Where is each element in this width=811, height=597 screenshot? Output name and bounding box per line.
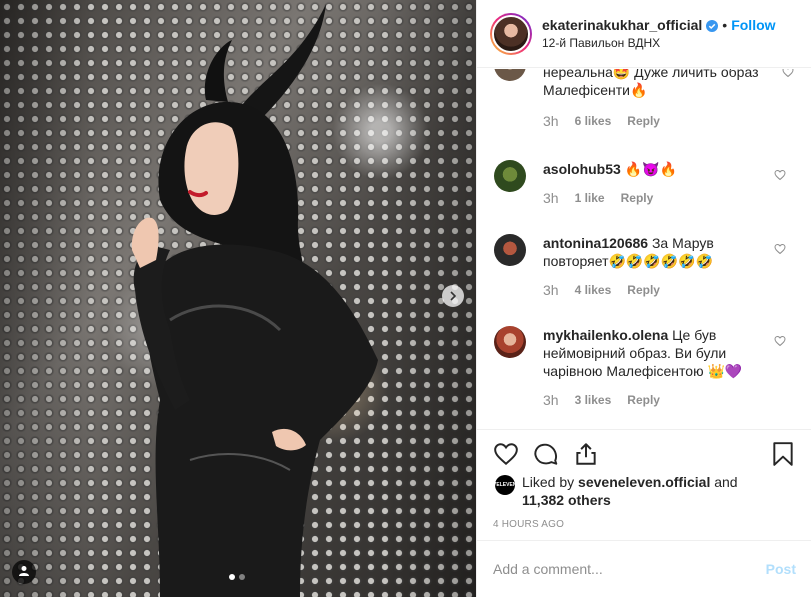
comments-list[interactable]: нереальна🤩 Дуже личить образ Малефісенти… [477,69,811,429]
post-timestamp[interactable]: 4 HOURS AGO [493,519,564,530]
comment-likes[interactable]: 1 like [575,191,605,205]
post-location[interactable]: 12-й Павильон ВДНХ [542,36,776,50]
post-photo[interactable] [0,0,476,597]
post-header: ekaterinakukhar_official • Follow 12-й П… [477,0,811,68]
comment-time[interactable]: 3h [543,113,559,129]
comment-item: antonina120686 За Марув повторяет🤣🤣🤣🤣🤣🤣 … [494,234,804,298]
comment-input[interactable] [493,561,766,577]
commenter-avatar[interactable] [494,69,526,81]
post-comment-button[interactable]: Post [766,561,796,577]
post-actions: 7ELEVEN Liked by seveneleven.official an… [477,429,811,540]
comment-like-heart-icon[interactable] [782,69,794,78]
reply-button[interactable]: Reply [627,283,660,297]
photo-subject [131,4,378,597]
follow-button[interactable]: Follow [731,17,775,33]
reply-button[interactable]: Reply [627,393,660,407]
comment-time[interactable]: 3h [543,392,559,408]
author-username[interactable]: ekaterinakukhar_official [542,17,702,33]
liked-by-avatar[interactable]: 7ELEVEN [494,475,516,495]
comment-item: нереальна🤩 Дуже личить образ Малефісенти… [494,69,804,129]
likes-count-link[interactable]: 11,382 others [522,492,611,508]
reply-button[interactable]: Reply [621,191,654,205]
comment-text: 🔥😈🔥 [620,161,677,177]
comment-likes[interactable]: 3 likes [575,393,612,407]
liked-by: 7ELEVEN Liked by seveneleven.official an… [494,473,738,509]
commenter-avatar[interactable] [494,326,526,358]
separator-dot: • [722,17,728,33]
comment-item: asolohub53 🔥😈🔥 3h 1 like Reply [494,160,804,206]
comment-like-heart-icon[interactable] [774,334,786,347]
person-tag-icon [18,564,30,580]
comment-likes[interactable]: 4 likes [575,283,612,297]
comment-time[interactable]: 3h [543,190,559,206]
bookmark-icon[interactable] [770,441,796,467]
comment-like-heart-icon[interactable] [774,168,786,181]
commenter-username[interactable]: antonina120686 [543,235,648,251]
liked-by-and: and [710,474,738,490]
carousel-indicator [229,574,245,580]
author-avatar[interactable] [490,12,532,55]
comment-icon[interactable] [533,441,559,467]
commenter-username[interactable]: mykhailenko.olena [543,327,668,343]
comment-text: нереальна🤩 Дуже личить образ Малефісенти… [543,69,759,98]
next-photo-button[interactable] [442,285,464,307]
chevron-right-icon [448,288,458,304]
carousel-dot [229,574,235,580]
reply-button[interactable]: Reply [627,114,660,128]
post-sidebar: ekaterinakukhar_official • Follow 12-й П… [476,0,811,597]
heart-icon[interactable] [493,441,519,467]
comment-time[interactable]: 3h [543,282,559,298]
liked-by-prefix: Liked by [522,474,579,490]
liked-by-user[interactable]: seveneleven.official [578,474,710,490]
commenter-avatar[interactable] [494,160,526,192]
carousel-dot [239,574,245,580]
commenter-avatar[interactable] [494,234,526,266]
verified-badge-icon [706,19,719,32]
add-comment-bar: Post [477,540,811,597]
comment-likes[interactable]: 6 likes [575,114,612,128]
comment-item: mykhailenko.olena Це був неймовірний обр… [494,326,804,408]
commenter-username[interactable]: asolohub53 [543,161,621,177]
comment-like-heart-icon[interactable] [774,242,786,255]
share-icon[interactable] [573,441,599,467]
tagged-people-button[interactable] [12,560,36,584]
